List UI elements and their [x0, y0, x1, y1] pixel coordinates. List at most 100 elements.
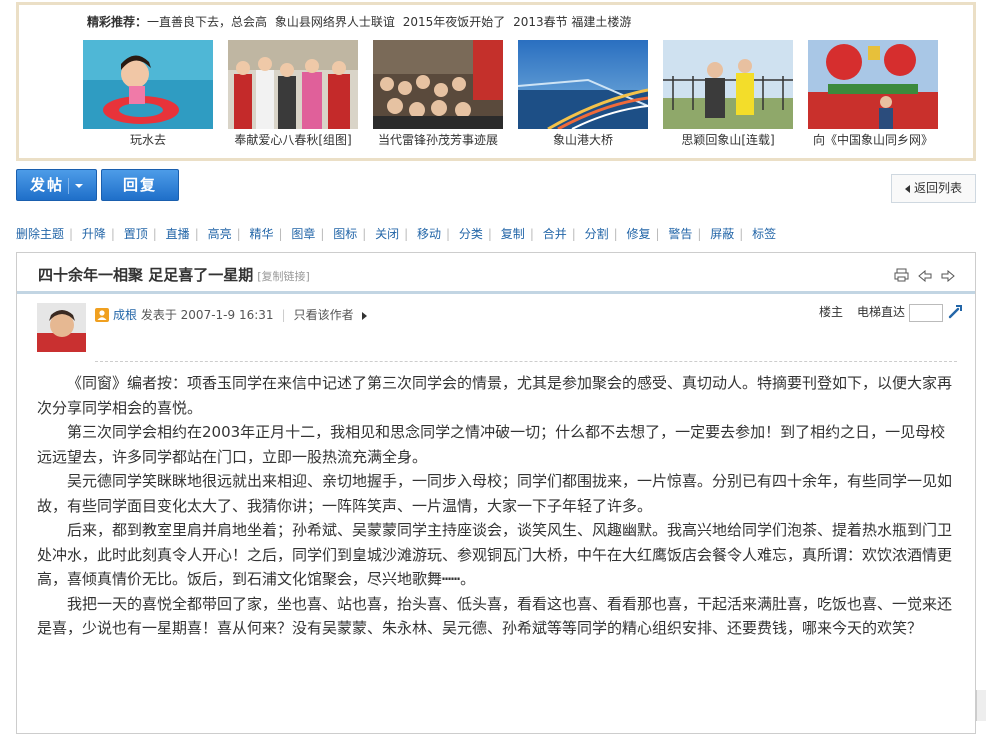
mod-action[interactable]: 复制	[501, 227, 525, 241]
divider: |	[236, 227, 241, 241]
divider: |	[446, 227, 451, 241]
divider: |	[362, 227, 367, 241]
back-to-list-button[interactable]: 返回列表	[891, 174, 976, 203]
previous-thread-icon[interactable]	[918, 267, 932, 286]
new-post-label: 发帖	[29, 176, 64, 194]
photo-exhibition-crowd[interactable]	[373, 40, 503, 129]
divider: |	[152, 227, 157, 241]
mod-action[interactable]: 置顶	[124, 227, 148, 241]
divider: |	[487, 227, 492, 241]
mod-action[interactable]: 直播	[166, 227, 190, 241]
only-author-link[interactable]: 只看该作者	[294, 308, 354, 322]
divider: |	[655, 227, 660, 241]
thumb-caption[interactable]: 思颖回象山[连载]	[663, 131, 793, 148]
chevron-right-icon	[361, 311, 367, 320]
button-divider	[68, 177, 69, 194]
moderation-bar: 删除主题 | 升降 | 置顶 | 直播 | 高亮 | 精华 | 图章 | 图标 | 关闭 | 移动…	[16, 225, 776, 242]
divider: |	[739, 227, 744, 241]
mod-action[interactable]: 合并	[543, 227, 567, 241]
divider: |	[697, 227, 702, 241]
thread-container: 四十余年一相聚 足足喜了一星期 [复制链接] 成根 发表于 2007-1-9 16…	[16, 252, 976, 734]
photo-festival-stage[interactable]	[808, 40, 938, 129]
mod-action[interactable]: 移动	[417, 227, 441, 241]
photo-volunteers[interactable]	[228, 40, 358, 129]
author-info: 成根 发表于 2007-1-9 16:31 | 只看该作者	[95, 306, 367, 323]
recommend-link[interactable]: 象山县网络界人士联谊	[275, 15, 395, 29]
mod-action[interactable]: 精华	[249, 227, 273, 241]
author-name[interactable]: 成根	[113, 308, 137, 322]
elevator-input[interactable]	[909, 303, 943, 322]
mod-action[interactable]: 升降	[82, 227, 106, 241]
thumb-item[interactable]: 玩水去	[83, 40, 213, 148]
thumb-item[interactable]: 象山港大桥	[518, 40, 648, 148]
thumb-caption[interactable]: 玩水去	[83, 131, 213, 148]
thumb-caption[interactable]: 象山港大桥	[518, 131, 648, 148]
reply-label: 回复	[122, 176, 157, 194]
thumb-item[interactable]: 思颖回象山[连载]	[663, 40, 793, 148]
chevron-down-icon	[75, 183, 83, 188]
mod-action[interactable]: 修复	[626, 227, 650, 241]
thumb-caption[interactable]: 奉献爱心八春秋[组图]	[228, 131, 358, 148]
thumb-item[interactable]: 向《中国象山同乡网》	[808, 40, 938, 148]
elevator-label: 电梯直达	[856, 305, 905, 319]
thumb-caption[interactable]: 当代雷锋孙茂芳事迹展	[373, 131, 503, 148]
mod-action[interactable]: 分割	[585, 227, 609, 241]
mod-action[interactable]: 图标	[333, 227, 357, 241]
jump-go-icon[interactable]	[947, 303, 963, 322]
post-paragraph: 第三次同学会相约在2003年正月十二，我相见和思念同学之情冲破一切；什么都不去想…	[37, 423, 946, 466]
photo-child-swim-ring[interactable]	[83, 40, 213, 129]
divider: |	[69, 227, 74, 241]
post-time: 发表于 2007-1-9 16:31	[140, 308, 274, 322]
divider: |	[529, 227, 534, 241]
floor-label: 楼主	[818, 305, 843, 319]
post-paragraph: 我把一天的喜悦全都带回了家，坐也喜、站也喜，抬头喜、低头喜，看看这也喜、看看那也…	[37, 594, 953, 638]
reply-button[interactable]: 回复	[101, 169, 179, 201]
print-icon[interactable]	[894, 267, 909, 286]
divider: |	[110, 227, 115, 241]
post-paragraph: 后来，都到教室里肩并肩地坐着；孙希斌、吴蒙蒙同学主持座谈会，谈笑风生、风趣幽默。…	[37, 521, 953, 588]
divider: |	[194, 227, 199, 241]
divider: |	[320, 227, 325, 241]
next-thread-icon[interactable]	[941, 267, 955, 286]
thread-header: 四十余年一相聚 足足喜了一星期 [复制链接]	[17, 253, 975, 294]
divider: |	[613, 227, 618, 241]
divider: |	[278, 227, 283, 241]
thumb-item[interactable]: 奉献爱心八春秋[组图]	[228, 40, 358, 148]
mod-action[interactable]: 高亮	[208, 227, 232, 241]
mod-action[interactable]: 屏蔽	[710, 227, 734, 241]
recommend-link[interactable]: 2015年夜饭开始了	[403, 15, 506, 29]
recommend-link[interactable]: 一直善良下去，总会高	[147, 15, 267, 29]
floor-nav: 楼主 电梯直达	[819, 303, 963, 322]
thread-title-wrap: 四十余年一相聚 足足喜了一星期 [复制链接]	[38, 264, 310, 285]
recommend-headline: 精彩推荐：一直善良下去，总会高 象山县网络界人士联谊 2015年夜饭开始了 20…	[87, 13, 635, 30]
header-tools	[890, 266, 955, 286]
divider: |	[281, 308, 286, 322]
photo-man-and-girl[interactable]	[663, 40, 793, 129]
divider: |	[404, 227, 409, 241]
scrollbar[interactable]	[976, 690, 986, 721]
copy-link[interactable]: [复制链接]	[257, 270, 310, 283]
mod-action[interactable]: 图章	[291, 227, 315, 241]
thread-title: 四十余年一相聚 足足喜了一星期	[38, 266, 254, 284]
chevron-left-icon	[904, 184, 910, 193]
mod-action[interactable]: 删除主题	[16, 227, 64, 241]
mod-action[interactable]: 分类	[459, 227, 483, 241]
photo-bridge-night[interactable]	[518, 40, 648, 129]
mod-action[interactable]: 关闭	[375, 227, 399, 241]
post-content: 《同窗》编者按：项香玉同学在来信中记述了第三次同学会的情景，尤其是参加聚会的感受…	[37, 371, 957, 641]
back-to-list-label: 返回列表	[913, 181, 962, 195]
separator-line	[95, 361, 957, 362]
thumb-caption[interactable]: 向《中国象山同乡网》	[808, 131, 938, 148]
new-post-button[interactable]: 发帖	[16, 169, 97, 201]
thumb-item[interactable]: 当代雷锋孙茂芳事迹展	[373, 40, 503, 148]
post-paragraph: 吴元德同学笑眯眯地很远就出来相迎、亲切地握手，一同步入母校；同学们都围拢来，一片…	[37, 472, 953, 515]
post-paragraph: 《同窗》编者按：项香玉同学在来信中记述了第三次同学会的情景，尤其是参加聚会的感受…	[37, 374, 953, 417]
recommend-link[interactable]: 2013春节 福建土楼游	[513, 15, 631, 29]
mod-action[interactable]: 警告	[668, 227, 692, 241]
recommend-label: 精彩推荐：	[87, 15, 148, 29]
divider: |	[571, 227, 576, 241]
recommend-panel: 精彩推荐：一直善良下去，总会高 象山县网络界人士联谊 2015年夜饭开始了 20…	[16, 2, 976, 161]
avatar[interactable]	[37, 303, 86, 352]
user-badge-icon	[95, 308, 109, 322]
mod-action[interactable]: 标签	[752, 227, 776, 241]
